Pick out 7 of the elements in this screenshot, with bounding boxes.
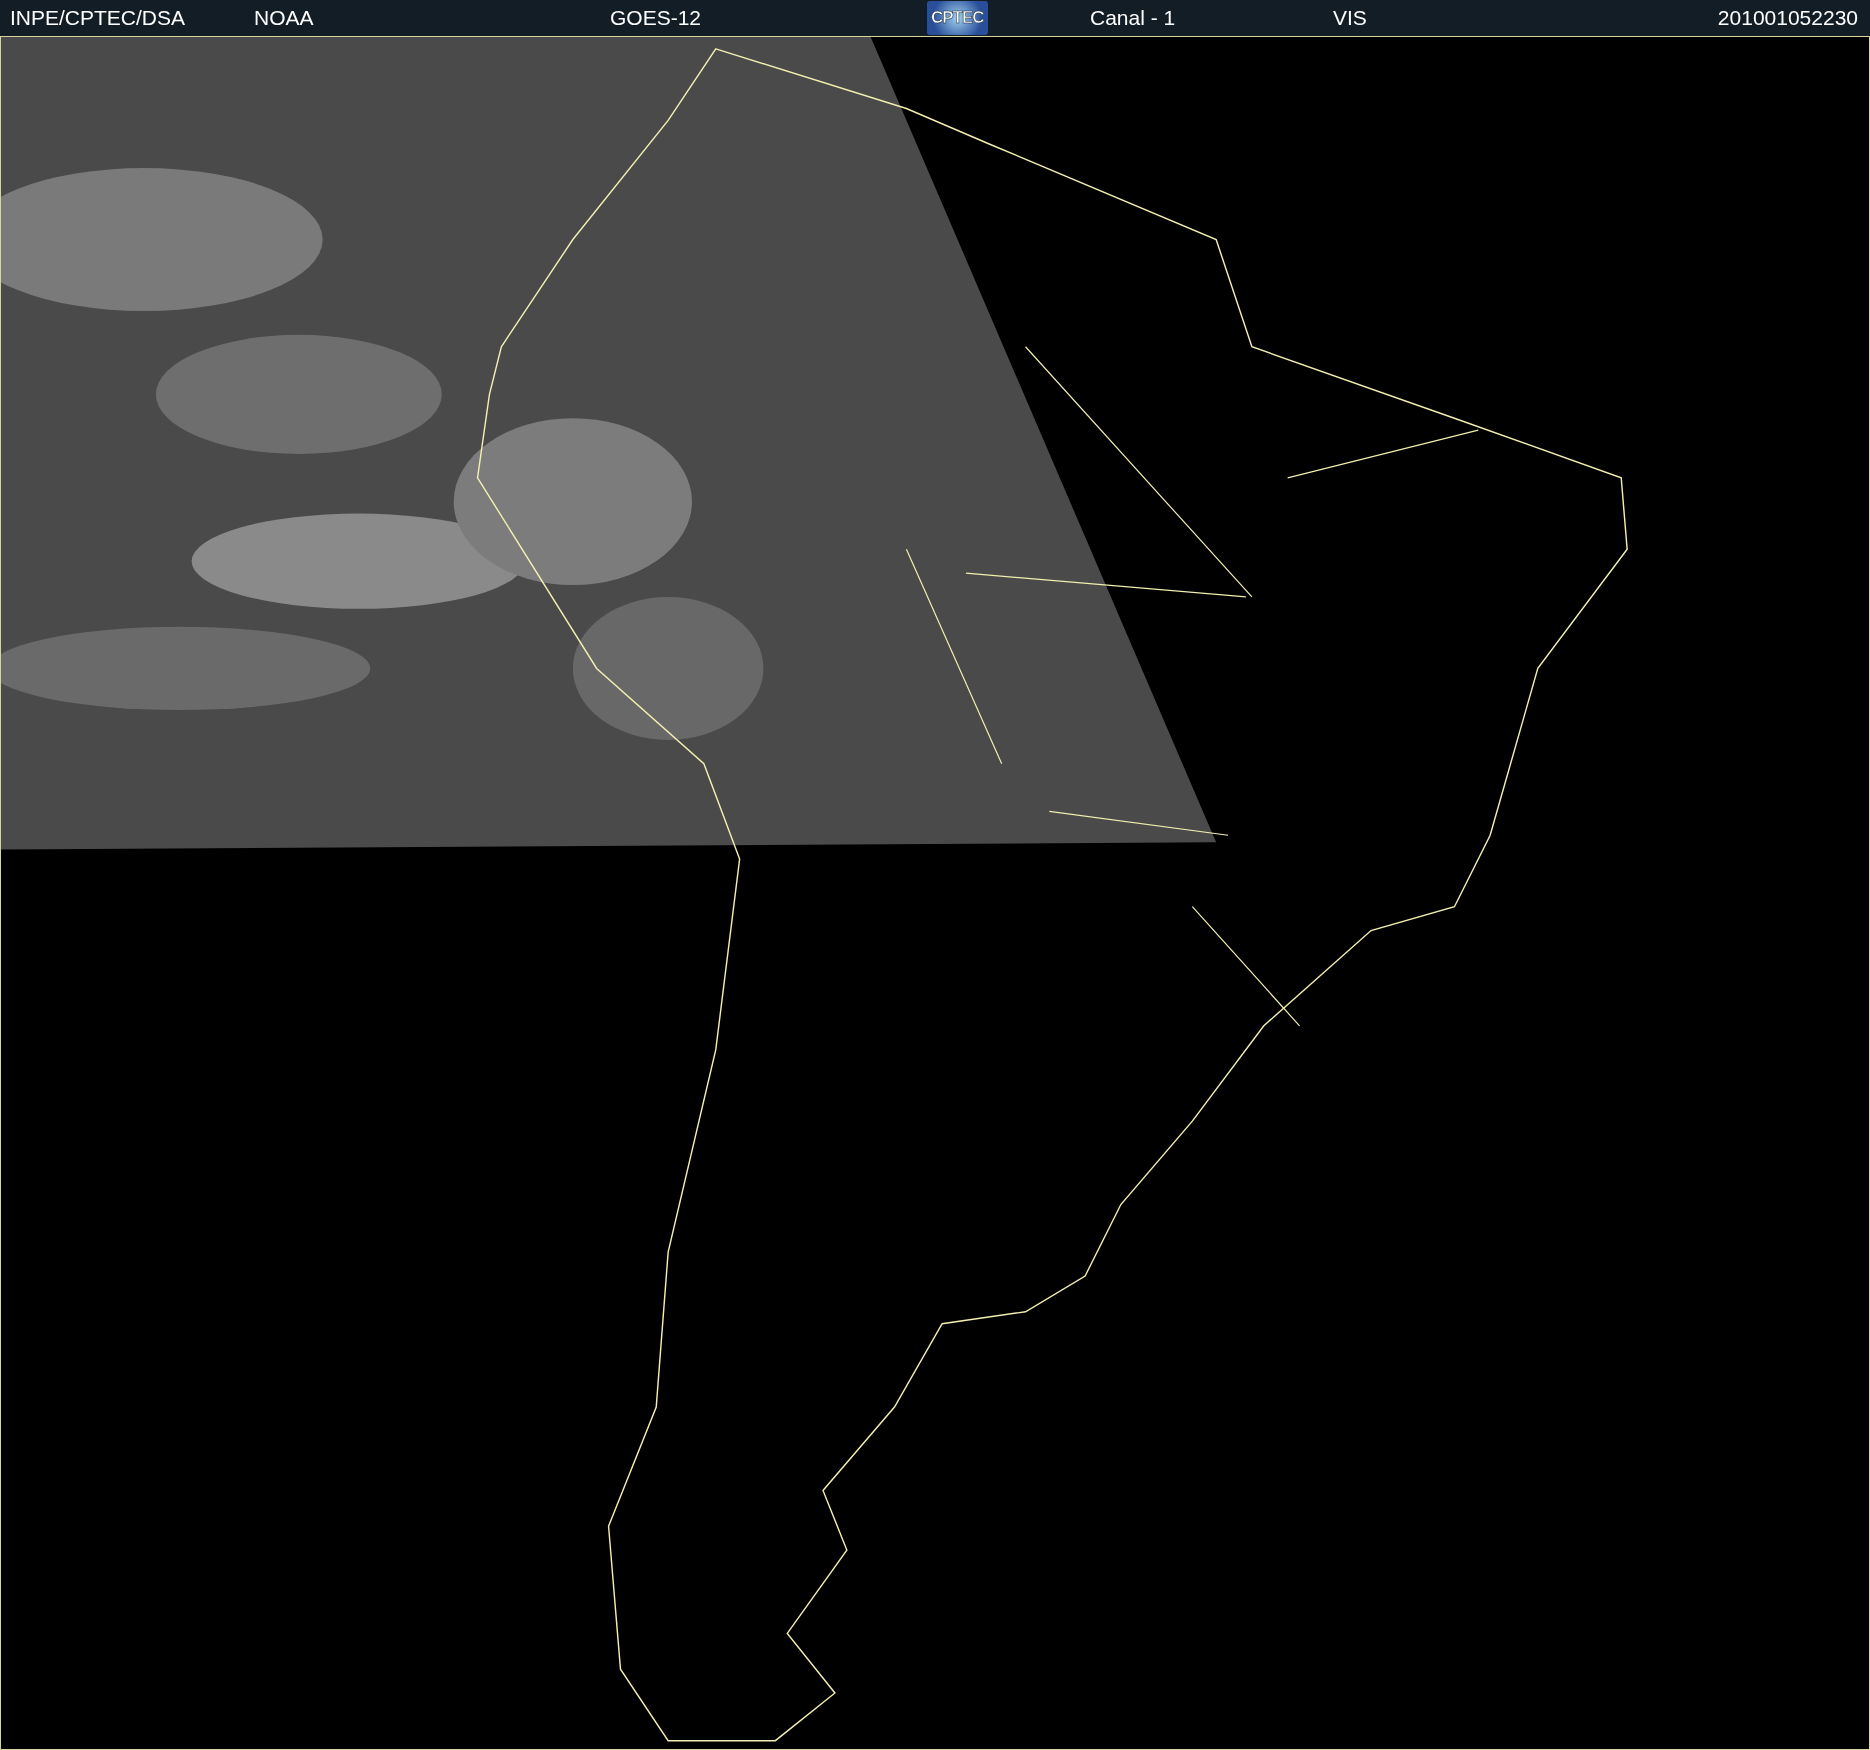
header-label: GOES-12 xyxy=(610,6,702,30)
header-label: 201001052230 xyxy=(1717,6,1858,30)
logo: CPTEC xyxy=(927,1,988,35)
header-label: NOAA xyxy=(254,6,314,30)
header-label: VIS xyxy=(1333,6,1367,30)
header-label: Canal - 1 xyxy=(1090,6,1176,30)
header-label: INPE/CPTEC/DSA xyxy=(10,6,186,30)
